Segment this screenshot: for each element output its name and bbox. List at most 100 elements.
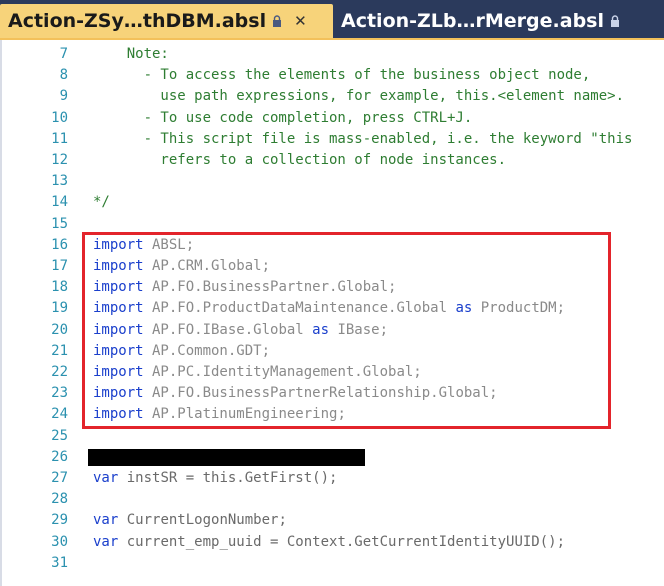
code-text: var current_emp_uuid = Context.GetCurren…: [93, 532, 565, 553]
line-number: 22: [51, 364, 68, 380]
line-number: 15: [51, 215, 68, 232]
lock-icon: [272, 15, 282, 27]
code-token: var: [93, 470, 119, 486]
code-line: 7 Note:: [2, 44, 664, 65]
lock-icon: [610, 15, 620, 27]
code-text: - To use code completion, press CTRL+J.: [93, 108, 473, 129]
code-token: AP.PlatinumEngineering;: [143, 406, 346, 423]
code-line: 12 refers to a collection of node instan…: [2, 150, 664, 171]
code-token: CurrentLogonNumber;: [118, 512, 287, 529]
code-line: 16 import ABSL;: [2, 235, 664, 256]
code-line: 29 var CurrentLogonNumber;: [2, 510, 664, 531]
code-text: use path expressions, for example, this.…: [93, 86, 624, 107]
code-text: import AP.CRM.Global;: [93, 256, 270, 277]
code-line: 9 use path expressions, for example, thi…: [2, 86, 664, 107]
code-token: */: [93, 194, 110, 211]
code-token: AP.PC.IdentityManagement.Global;: [143, 364, 422, 380]
code-token: GetFirst();: [244, 470, 338, 486]
code-token: AP.CRM.Global;: [143, 258, 271, 274]
code-text: import AP.PC.IdentityManagement.Global;: [93, 362, 422, 383]
code-token: AP.FO.ProductDataMaintenance.Global: [143, 300, 456, 317]
code-token: var: [93, 512, 119, 529]
code-token: import: [93, 406, 144, 423]
code-token: var: [93, 533, 119, 550]
tab-label: Action-ZLb…rMerge.absl: [341, 10, 604, 32]
code-line: 15: [2, 214, 664, 235]
code-token: import: [93, 364, 144, 380]
code-token: import: [93, 236, 144, 253]
code-text: import ABSL;: [93, 235, 194, 256]
code-line: 11 - This script file is mass-enabled, i…: [2, 129, 664, 150]
code-line: 31: [2, 553, 664, 574]
code-text: import AP.FO.IBase.Global as IBase;: [93, 320, 388, 341]
code-line: 14 */: [2, 192, 664, 213]
code-text: */: [93, 192, 110, 213]
redaction-bar: [88, 448, 365, 466]
line-number: 14: [51, 194, 68, 211]
line-number: 8: [59, 67, 68, 84]
code-token: import: [93, 342, 144, 359]
line-number: 7: [59, 46, 68, 62]
code-text: - This script file is mass-enabled, i.e.…: [93, 129, 633, 150]
code-token: ProductDM;: [472, 300, 566, 317]
code-line: 28: [2, 489, 664, 510]
code-line: 20 import AP.FO.IBase.Global as IBase;: [2, 320, 664, 341]
code-token: import: [93, 385, 144, 402]
code-token: - To use code completion, press CTRL+J.: [93, 109, 473, 126]
line-number: 26: [51, 448, 68, 465]
code-line: 22 import AP.PC.IdentityManagement.Global…: [2, 362, 664, 383]
code-token: use path expressions, for example, this.…: [93, 88, 625, 105]
code-line: 27 var instSR = this.GetFirst();: [2, 468, 664, 489]
close-icon[interactable]: ✕: [294, 12, 307, 30]
code-line: 13: [2, 171, 664, 192]
code-line: 23 import AP.FO.BusinessPartnerRelationsh…: [2, 383, 664, 404]
code-token: ABSL;: [143, 236, 195, 253]
line-number: 19: [51, 300, 68, 317]
line-number: 25: [51, 427, 68, 444]
code-token: import: [93, 258, 144, 274]
code-token: AP.FO.BusinessPartnerRelationship.Global…: [143, 385, 498, 402]
code-token: AP.FO.BusinessPartner.Global;: [143, 279, 397, 296]
code-token: import: [93, 321, 144, 338]
line-number: 13: [51, 173, 68, 190]
code-text: var CurrentLogonNumber;: [93, 510, 287, 531]
code-line: 17 import AP.CRM.Global;: [2, 256, 664, 277]
code-text: import AP.PlatinumEngineering;: [93, 404, 346, 425]
code-token: AP.FO.IBase.Global: [143, 321, 313, 338]
code-token: as: [455, 300, 473, 317]
line-number: 21: [51, 342, 68, 359]
code-text: Note:: [93, 44, 169, 65]
line-number: 16: [51, 236, 68, 253]
tab-action-zsy-thdbm[interactable]: Action-ZSy…thDBM.absl ✕: [0, 4, 333, 38]
code-token: AP.Common.GDT;: [143, 342, 271, 359]
code-token: IBase;: [329, 321, 389, 338]
code-token: import: [93, 279, 144, 296]
code-line: 18 import AP.FO.BusinessPartner.Global;: [2, 277, 664, 298]
line-number: 17: [51, 258, 68, 274]
tab-action-zlb-rmerge[interactable]: Action-ZLb…rMerge.absl: [333, 4, 664, 38]
code-token: import: [93, 300, 144, 317]
code-line: 10 - To use code completion, press CTRL+…: [2, 108, 664, 129]
line-number: 23: [51, 385, 68, 402]
code-text: import AP.Common.GDT;: [93, 341, 270, 362]
line-number: 10: [51, 109, 68, 126]
code-line: 8 - To access the elements of the busine…: [2, 65, 664, 86]
code-text: import AP.FO.BusinessPartnerRelationship…: [93, 383, 498, 404]
code-token: instSR = this.: [118, 470, 245, 486]
code-line: 24 import AP.PlatinumEngineering;: [2, 404, 664, 425]
line-number: 18: [51, 279, 68, 296]
code-token: - This script file is mass-enabled, i.e.…: [93, 130, 633, 147]
line-number: 11: [51, 130, 68, 147]
code-token: - To access the elements of the business…: [93, 67, 591, 84]
code-token: refers to a collection of node instances…: [93, 152, 507, 168]
code-editor[interactable]: 7 Note: 8 - To access the elements of the…: [0, 40, 664, 586]
line-number: 24: [51, 406, 68, 423]
code-text: - To access the elements of the business…: [93, 65, 591, 86]
code-text: refers to a collection of node instances…: [93, 150, 506, 171]
line-number: 29: [51, 512, 68, 529]
code-token: Note:: [93, 46, 169, 62]
code-text: import AP.FO.BusinessPartner.Global;: [93, 277, 396, 298]
code-text: var instSR = this.GetFirst();: [93, 468, 337, 489]
code-text: import AP.FO.ProductDataMaintenance.Glob…: [93, 298, 565, 319]
code-token: current_emp_uuid = Context.GetCurrentIde…: [118, 533, 566, 550]
